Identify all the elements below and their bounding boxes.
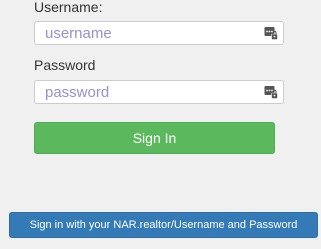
password-input[interactable] <box>35 81 283 103</box>
password-field <box>34 80 284 104</box>
sign-in-button[interactable]: Sign In <box>34 122 275 154</box>
username-label: Username: <box>34 0 103 15</box>
nar-sign-in-button[interactable]: Sign in with your NAR.realtor/Username a… <box>9 212 318 238</box>
password-label: Password <box>34 57 96 73</box>
password-manager-icon[interactable] <box>264 85 278 99</box>
password-manager-icon[interactable] <box>264 26 278 40</box>
username-field <box>34 21 284 45</box>
login-form: Username: Password Sign In Sign in with … <box>0 0 321 249</box>
username-input[interactable] <box>35 22 283 44</box>
